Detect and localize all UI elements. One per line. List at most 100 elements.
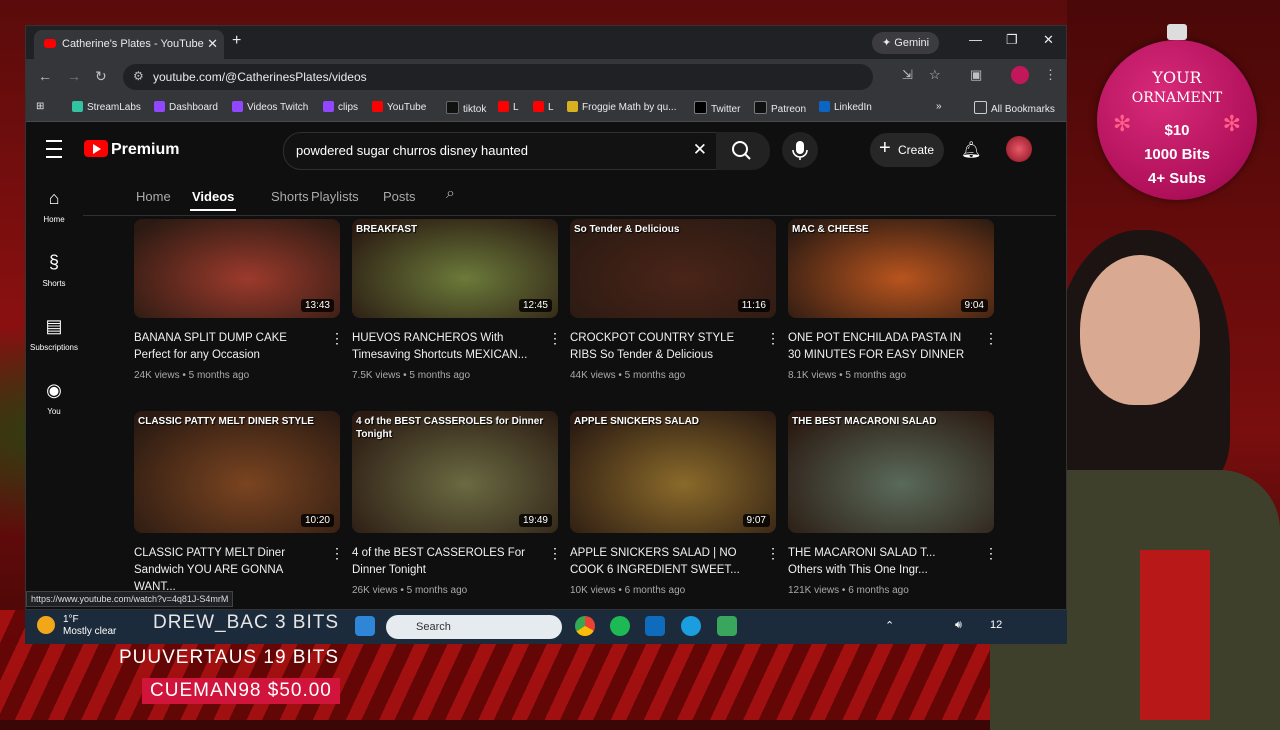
bookmark-streamlabs[interactable]: StreamLabs: [72, 101, 141, 113]
weather-icon: [37, 616, 55, 634]
profile-avatar[interactable]: [1011, 66, 1029, 84]
reload-icon[interactable]: ↻: [95, 68, 107, 85]
bookmark-l-2[interactable]: L: [533, 101, 554, 113]
more-bookmarks-icon[interactable]: »: [936, 101, 942, 112]
video-duration: 11:16: [737, 299, 770, 312]
tray-chevron-icon[interactable]: ⌃: [885, 619, 894, 632]
youtube-page: Premium powdered sugar churros disney ha…: [26, 122, 1066, 609]
video-card[interactable]: CLASSIC PATTY MELT DINER STYLE 10:20 CLASS…: [134, 411, 344, 593]
bookmark-dashboard[interactable]: Dashboard: [154, 101, 218, 113]
video-menu-icon[interactable]: ⋮: [766, 545, 780, 562]
gemini-label: Gemini: [894, 37, 930, 49]
install-app-icon[interactable]: ⇲: [902, 67, 913, 83]
side-panel-icon[interactable]: ▣: [970, 67, 982, 83]
video-thumbnail[interactable]: APPLE SNICKERS SALAD 9:07: [570, 411, 776, 533]
video-thumbnail[interactable]: 4 of the BEST CASSEROLES for Dinner Toni…: [352, 411, 558, 533]
video-meta: 121K views • 6 months ago: [788, 585, 909, 596]
video-menu-icon[interactable]: ⋮: [984, 330, 998, 347]
video-title[interactable]: CLASSIC PATTY MELT Diner Sandwich YOU AR…: [134, 545, 319, 596]
video-menu-icon[interactable]: ⋮: [984, 545, 998, 562]
video-menu-icon[interactable]: ⋮: [548, 545, 562, 562]
spotify-icon[interactable]: [610, 616, 630, 636]
bookmark-l-1[interactable]: L: [498, 101, 519, 113]
video-meta: 8.1K views • 5 months ago: [788, 370, 906, 381]
thumbnail-caption: So Tender & Delicious: [574, 224, 680, 235]
video-title[interactable]: APPLE SNICKERS SALAD | NO COOK 6 INGREDI…: [570, 545, 755, 579]
minimize-icon[interactable]: —: [969, 32, 982, 47]
close-window-icon[interactable]: ✕: [1043, 32, 1054, 48]
video-card[interactable]: BREAKFAST 12:45 HUEVOS RANCHEROS With Time…: [352, 219, 562, 381]
video-thumbnail[interactable]: So Tender & Delicious 11:16: [570, 219, 776, 318]
forward-icon[interactable]: →: [67, 68, 81, 84]
video-meta: 26K views • 5 months ago: [352, 585, 467, 596]
video-title[interactable]: THE MACARONI SALAD T... Others with This…: [788, 545, 973, 579]
address-bar-row: ← → ↻ ⚙ youtube.com/@CatherinesPlates/vi…: [26, 59, 1066, 94]
back-icon[interactable]: ←: [38, 68, 52, 84]
menu-icon[interactable]: ⋮: [1044, 67, 1057, 83]
outlook-icon[interactable]: [645, 616, 665, 636]
video-meta: 44K views • 5 months ago: [570, 370, 685, 381]
video-views: 8.1K views: [788, 370, 837, 381]
bookmark-videos-twitch[interactable]: Videos Twitch: [232, 101, 308, 113]
bookmark-linkedin[interactable]: LinkedIn: [819, 101, 872, 113]
site-info-icon[interactable]: ⚙: [133, 69, 144, 83]
video-thumbnail[interactable]: BREAKFAST 12:45: [352, 219, 558, 318]
video-views: 24K views: [134, 370, 180, 381]
taskbar-clock[interactable]: 12: [990, 619, 1002, 631]
taskbar-search[interactable]: Search: [386, 615, 562, 639]
video-meta: 24K views • 5 months ago: [134, 370, 249, 381]
video-menu-icon[interactable]: ⋮: [330, 330, 344, 347]
video-title[interactable]: 4 of the BEST CASSEROLES For Dinner Toni…: [352, 545, 537, 579]
video-card[interactable]: MAC & CHEESE 9:04 ONE POT ENCHILADA PASTA …: [788, 219, 998, 381]
bookmark-tiktok[interactable]: tiktok: [446, 101, 486, 115]
youtube-favicon-icon: [44, 39, 56, 48]
bookmark-froggie-math[interactable]: Froggie Math by qu...: [567, 101, 677, 113]
video-title[interactable]: CROCKPOT COUNTRY STYLE RIBS So Tender & …: [570, 330, 755, 364]
bookmark-twitter[interactable]: Twitter: [694, 101, 740, 115]
video-title[interactable]: BANANA SPLIT DUMP CAKE Perfect for any O…: [134, 330, 319, 364]
gemini-button[interactable]: ✦ Gemini: [872, 32, 940, 54]
video-title[interactable]: ONE POT ENCHILADA PASTA IN 30 MINUTES FO…: [788, 330, 973, 364]
thumbnail-caption: MAC & CHEESE: [792, 224, 869, 235]
new-tab-icon[interactable]: +: [232, 32, 241, 50]
windows-start-icon[interactable]: [355, 616, 375, 636]
video-duration: 19:49: [518, 514, 552, 527]
url-field[interactable]: ⚙ youtube.com/@CatherinesPlates/videos: [123, 64, 873, 90]
video-thumbnail[interactable]: THE BEST MACARONI SALAD: [788, 411, 994, 533]
video-duration: 13:43: [300, 299, 334, 312]
video-thumbnail[interactable]: CLASSIC PATTY MELT DINER STYLE 10:20: [134, 411, 340, 533]
video-meta: 7.5K views • 5 months ago: [352, 370, 470, 381]
video-age: 5 months ago: [406, 585, 468, 596]
video-card[interactable]: APPLE SNICKERS SALAD 9:07 APPLE SNICKERS S…: [570, 411, 780, 596]
link-status-bar: https://www.youtube.com/watch?v=4q81J-S4…: [26, 591, 234, 607]
video-menu-icon[interactable]: ⋮: [766, 330, 780, 347]
close-tab-icon[interactable]: ✕: [207, 36, 218, 52]
video-menu-icon[interactable]: ⋮: [330, 545, 344, 562]
thumbnail-caption: BREAKFAST: [356, 224, 418, 235]
bookmarks-bar: ⊞ StreamLabs Dashboard Videos Twitch cli…: [26, 94, 1066, 122]
all-bookmarks-folder[interactable]: All Bookmarks: [974, 101, 1055, 115]
donation-alert: CUEMAN98 $50.00: [142, 678, 340, 704]
video-duration: 9:07: [742, 514, 770, 527]
chrome-icon[interactable]: [575, 616, 595, 636]
video-card[interactable]: So Tender & Delicious 11:16 CROCKPOT COUNT…: [570, 219, 780, 381]
thumbnail-caption: 4 of the BEST CASSEROLES for Dinner Toni…: [356, 416, 544, 440]
video-title[interactable]: HUEVOS RANCHEROS With Timesaving Shortcu…: [352, 330, 537, 364]
video-thumbnail[interactable]: 13:43: [134, 219, 340, 318]
video-card[interactable]: 13:43 BANANA SPLIT DUMP CAKE Perfect for …: [134, 219, 344, 381]
notepad-icon[interactable]: [717, 616, 737, 636]
bookmark-youtube[interactable]: YouTube: [372, 101, 426, 113]
browser-tab[interactable]: Catherine's Plates - YouTube ✕: [34, 30, 224, 59]
apps-icon[interactable]: ⊞: [36, 101, 44, 112]
video-thumbnail[interactable]: MAC & CHEESE 9:04: [788, 219, 994, 318]
video-card[interactable]: 4 of the BEST CASSEROLES for Dinner Toni…: [352, 411, 562, 596]
edge-icon[interactable]: [681, 616, 701, 636]
bookmark-clips[interactable]: clips: [323, 101, 358, 113]
video-card[interactable]: THE BEST MACARONI SALAD THE MACARONI SALA…: [788, 411, 998, 596]
bookmark-patreon[interactable]: Patreon: [754, 101, 806, 115]
bookmark-star-icon[interactable]: ☆: [929, 67, 941, 83]
video-menu-icon[interactable]: ⋮: [548, 330, 562, 347]
volume-icon[interactable]: 🔊︎: [955, 619, 962, 632]
video-duration: 12:45: [518, 299, 552, 312]
restore-icon[interactable]: ❐: [1006, 32, 1018, 48]
